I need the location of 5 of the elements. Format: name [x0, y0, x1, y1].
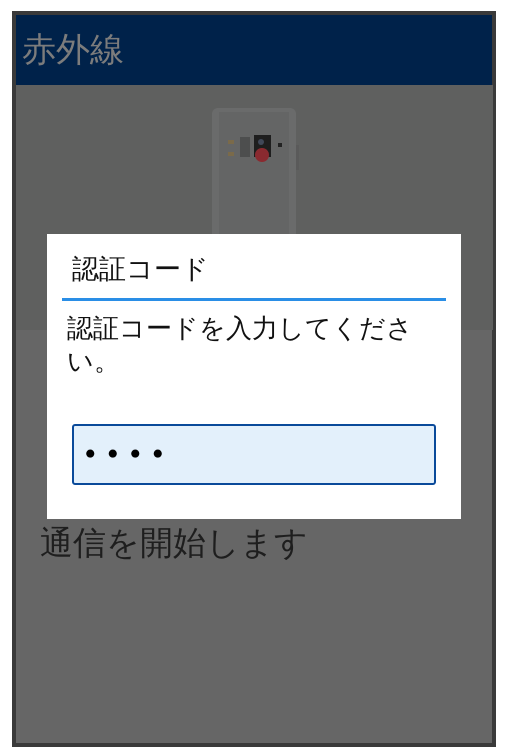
dialog-title: 認証コード [72, 256, 210, 283]
body-text: 通信を開始します [40, 523, 308, 562]
code-field[interactable]: •••• [72, 424, 436, 485]
dialog-message: 認証コードを入力してください。 [67, 313, 414, 379]
header-title: 赤外線 [22, 33, 124, 67]
